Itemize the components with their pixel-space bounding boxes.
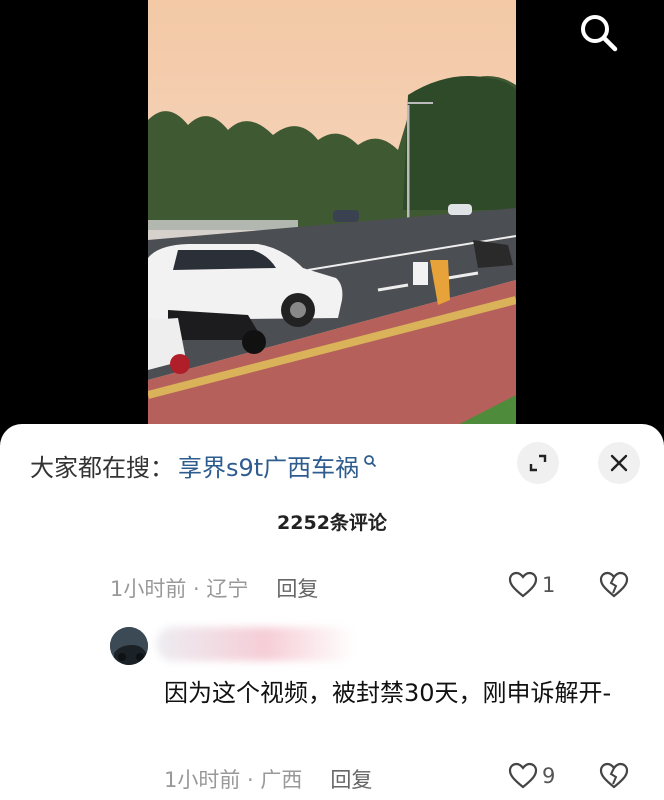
- search-suggestion[interactable]: 大家都在搜： 享界s9t广西车祸: [30, 448, 377, 483]
- close-button[interactable]: [598, 442, 640, 484]
- like-button[interactable]: 1: [508, 571, 555, 599]
- like-button[interactable]: 9: [508, 762, 555, 790]
- comment-text: 因为这个视频，被封禁30天，刚申诉解开-: [164, 679, 612, 707]
- comment-meta: 1小时前 · 辽宁 回复: [110, 573, 318, 603]
- comment-count: 2252条评论: [277, 512, 387, 534]
- heart-icon: [508, 571, 538, 598]
- search-small-icon: [364, 454, 377, 467]
- like-count: 9: [542, 764, 556, 788]
- heart-icon: [508, 762, 538, 789]
- avatar[interactable]: [110, 627, 148, 665]
- dislike-button[interactable]: [598, 571, 630, 603]
- dislike-button[interactable]: [598, 762, 630, 794]
- expand-icon: [529, 454, 547, 472]
- close-icon: [610, 454, 628, 472]
- reply-button[interactable]: 回复: [330, 764, 372, 794]
- comment-meta: 1小时前 · 广西 回复: [164, 764, 372, 794]
- expand-button[interactable]: [517, 442, 559, 484]
- search-icon: [581, 15, 618, 52]
- username-blurred: [156, 627, 356, 661]
- comment-time-location: 1小时前 · 广西: [164, 768, 303, 792]
- broken-heart-icon: [599, 571, 629, 598]
- search-button[interactable]: [576, 10, 620, 54]
- avatar-image: [110, 627, 148, 665]
- reply-button[interactable]: 回复: [276, 573, 318, 603]
- comment-sheet: 大家都在搜： 享界s9t广西车祸 2252条评论 1小时前 · 辽宁 回复 1: [0, 424, 664, 800]
- suggestion-prefix: 大家都在搜：: [30, 454, 174, 482]
- video-frame: [148, 0, 516, 430]
- video-player[interactable]: [0, 0, 664, 440]
- suggestion-keyword[interactable]: 享界s9t广西车祸: [178, 448, 359, 483]
- comment-time-location: 1小时前 · 辽宁: [110, 577, 249, 601]
- broken-heart-icon: [599, 762, 629, 789]
- like-count: 1: [542, 573, 556, 597]
